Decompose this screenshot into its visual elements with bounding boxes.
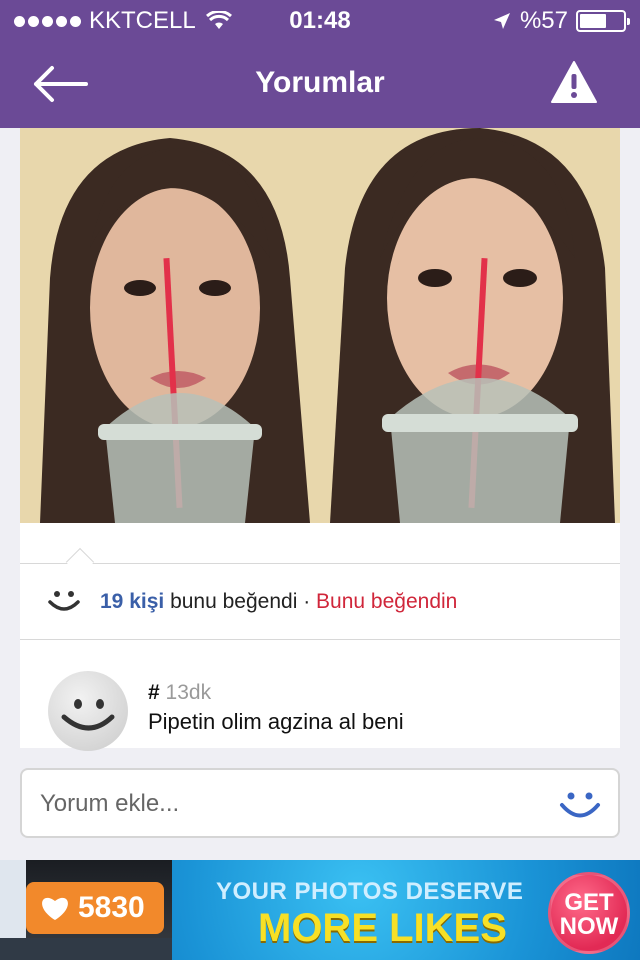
- warning-icon: [551, 61, 597, 103]
- status-right: %57: [492, 7, 630, 35]
- post-details: 19 kişi bunu beğendi · Bunu beğendin # 1…: [20, 523, 620, 751]
- nav-bar: Yorumlar: [0, 40, 640, 128]
- photo-left: [20, 128, 320, 523]
- ad-image: 5830: [0, 860, 172, 960]
- battery-icon: [576, 10, 630, 32]
- heart-icon: [42, 897, 68, 920]
- smiley-icon[interactable]: [46, 588, 82, 614]
- likes-summary: 19 kişi bunu beğendi · Bunu beğendin: [100, 590, 457, 614]
- ad-banner[interactable]: 5830 YOUR PHOTOS DESERVE MORE LIKES GET …: [0, 860, 640, 960]
- report-button[interactable]: [550, 60, 602, 108]
- comment-text: Pipetin olim agzina al beni: [148, 709, 404, 734]
- ad-headline: YOUR PHOTOS DESERVE: [216, 878, 524, 905]
- ad-subheadline: MORE LIKES: [258, 906, 507, 950]
- ad-likes-count: 5830: [78, 891, 145, 924]
- comment-time: 13dk: [165, 681, 212, 704]
- likes-row[interactable]: 19 kişi bunu beğendi · Bunu beğendin: [20, 564, 620, 640]
- likes-separator: ·: [297, 590, 317, 613]
- ad-text-panel: YOUR PHOTOS DESERVE MORE LIKES GET NOW: [172, 860, 640, 960]
- ad-likes-badge: 5830: [26, 882, 164, 934]
- likes-count-link[interactable]: 19 kişi: [100, 590, 164, 613]
- battery-percent: %57: [519, 7, 568, 34]
- comment-item: # 13dk Pipetin olim agzina al beni: [20, 641, 620, 751]
- location-arrow-icon: [493, 13, 510, 29]
- ad-cta-button[interactable]: GET NOW: [548, 872, 630, 954]
- comment-input[interactable]: [40, 782, 540, 826]
- comment-author[interactable]: #: [148, 681, 160, 704]
- emoji-icon[interactable]: [558, 788, 602, 822]
- comment-input-box[interactable]: [20, 768, 620, 838]
- avatar[interactable]: [48, 671, 128, 751]
- likes-text: bunu beğendi: [170, 590, 298, 613]
- page-title: Yorumlar: [255, 66, 385, 99]
- status-bar: KKTCELL 01:48 %57: [0, 0, 640, 40]
- post-photo[interactable]: [20, 128, 620, 523]
- photo-right: [320, 128, 620, 523]
- smiley-avatar-icon: [61, 699, 115, 731]
- comment-meta: # 13dk: [148, 681, 211, 705]
- liked-status[interactable]: Bunu beğendin: [316, 590, 457, 613]
